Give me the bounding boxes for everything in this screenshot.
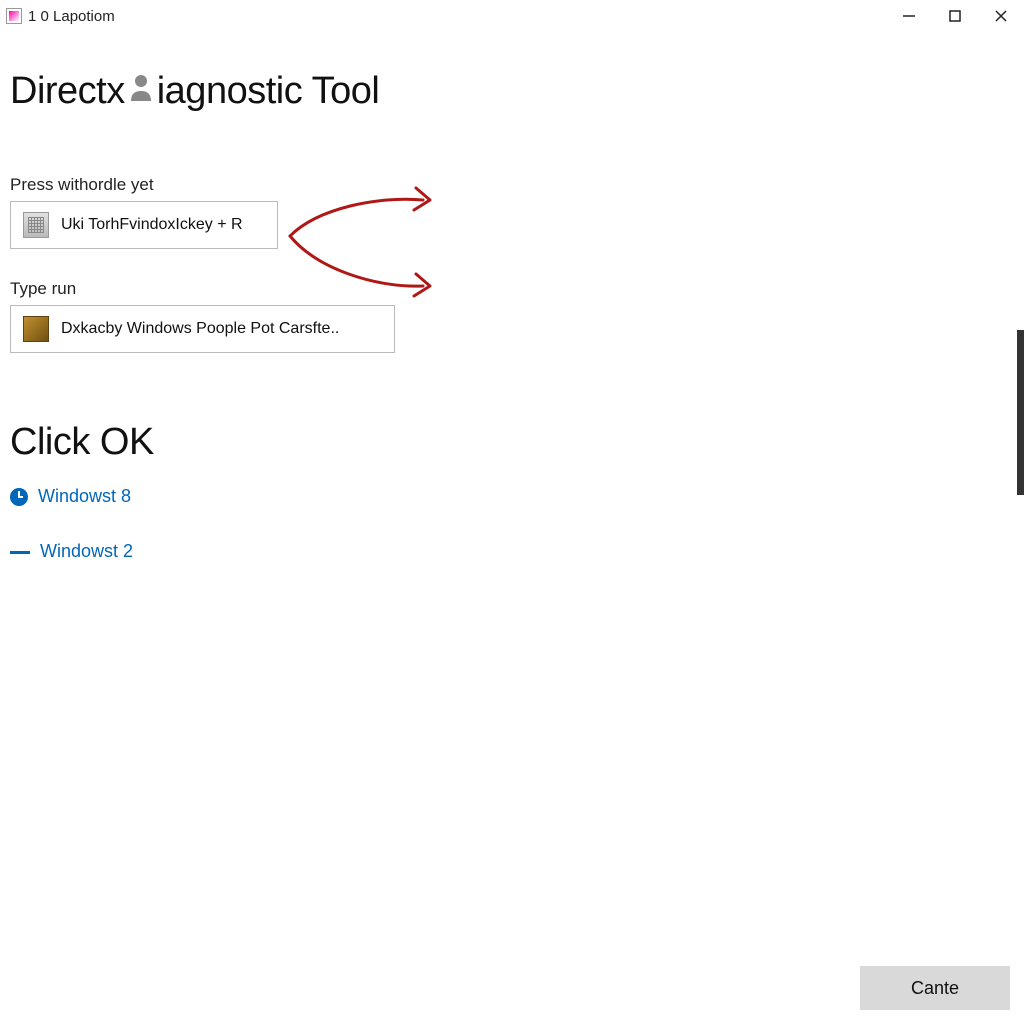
section1-label: Press withordle yet xyxy=(10,175,1014,195)
link-item-1[interactable]: Windowst 8 xyxy=(10,486,1014,507)
close-button[interactable] xyxy=(978,0,1024,32)
window-title: 1 0 Lapotiom xyxy=(28,8,115,25)
arrow-annotation xyxy=(278,178,448,313)
clock-icon xyxy=(10,488,28,506)
cante-button-label: Cante xyxy=(911,978,959,999)
titlebar-left: 1 0 Lapotiom xyxy=(6,8,115,25)
person-icon xyxy=(127,70,155,113)
page-title: Directx iagnostic Tool xyxy=(10,70,1014,113)
minimize-button[interactable] xyxy=(886,0,932,32)
title-part2: iagnostic Tool xyxy=(157,70,380,113)
link-item-2[interactable]: Windowst 2 xyxy=(10,541,1014,562)
maximize-button[interactable] xyxy=(932,0,978,32)
window-controls xyxy=(886,0,1024,32)
keyboard-icon xyxy=(23,212,49,238)
app-icon xyxy=(6,8,22,24)
dash-icon xyxy=(10,551,30,554)
info-box-1[interactable]: Uki TorhFvindoxIckey + R xyxy=(10,201,278,249)
cante-button[interactable]: Cante xyxy=(860,966,1010,1010)
link-1-text: Windowst 8 xyxy=(38,486,131,507)
info-box-1-text: Uki TorhFvindoxIckey + R xyxy=(61,216,243,234)
title-part1: Directx xyxy=(10,70,125,113)
content-area: Directx iagnostic Tool Press withordle y… xyxy=(0,70,1024,562)
info-box-2-text: Dxkacby Windows Poople Pot Carsfte.. xyxy=(61,320,339,338)
click-ok-heading: Click OK xyxy=(10,421,1014,464)
titlebar: 1 0 Lapotiom xyxy=(0,0,1024,32)
app-tile-icon xyxy=(23,316,49,342)
scrollbar[interactable] xyxy=(1017,330,1024,495)
section2-label: Type run xyxy=(10,279,1014,299)
link-2-text: Windowst 2 xyxy=(40,541,133,562)
